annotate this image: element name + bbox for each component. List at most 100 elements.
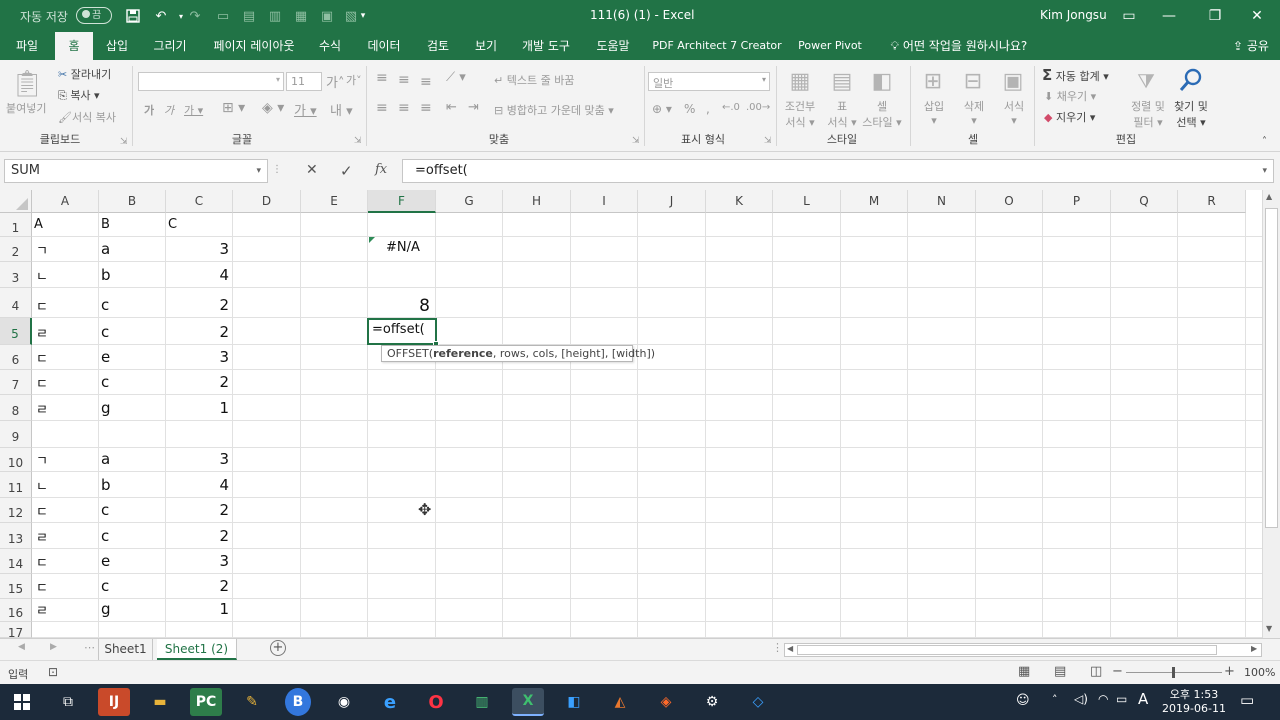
cell-a3[interactable]: ㄴ <box>36 266 48 285</box>
cell-b1[interactable]: B <box>101 217 110 232</box>
find-select-icon[interactable] <box>1176 64 1206 96</box>
delete-cells-icon[interactable]: ⊟ <box>958 66 988 96</box>
wrap-text-button[interactable]: ↵ 텍스트 줄 바꿈 <box>494 72 574 88</box>
app-fox-icon[interactable]: ◭ <box>604 688 636 716</box>
increase-decimal-icon[interactable]: ←.0 <box>722 102 740 113</box>
sort-filter-button[interactable]: 정렬 및 필터 ▾ <box>1128 98 1168 130</box>
merge-center-button[interactable]: ⊟ 병합하고 가운데 맞춤 ▾ <box>494 102 614 118</box>
scroll-down-icon[interactable]: ▼ <box>1266 624 1272 633</box>
formula-input[interactable]: =offset(▾ <box>402 159 1274 183</box>
volume-icon[interactable]: ◁) <box>1074 692 1088 706</box>
tab-page-layout[interactable]: 페이지 레이아웃 <box>206 32 302 60</box>
cut-button[interactable]: ✂ 잘라내기 <box>58 66 111 82</box>
phonetic-icon[interactable]: 내 ▾ <box>330 100 353 119</box>
cell-a7[interactable]: ㄷ <box>36 373 48 392</box>
column-header-k[interactable]: K <box>706 190 773 213</box>
increase-indent-icon[interactable]: ⇥ <box>468 100 479 115</box>
column-header-n[interactable]: N <box>908 190 976 213</box>
customize-qat-icon[interactable]: ▾ <box>352 6 374 26</box>
clear-button[interactable]: ◆ 지우기 ▾ <box>1044 109 1095 125</box>
row-header-13[interactable]: 13 <box>0 523 32 549</box>
horizontal-scroll-thumb[interactable] <box>797 645 1217 655</box>
copy-icon[interactable]: ▣ <box>316 6 338 26</box>
app-b-icon[interactable]: B <box>285 688 311 716</box>
align-center-icon[interactable]: ≡ <box>398 100 410 116</box>
cell-a2[interactable]: ㄱ <box>36 240 48 259</box>
save-icon[interactable] <box>122 6 144 26</box>
underline-icon[interactable]: 가 ▾ <box>184 102 203 118</box>
tooltip-fn[interactable]: OFFSET( <box>387 347 433 360</box>
tab-file[interactable]: 파일 <box>8 32 46 60</box>
row-header-4[interactable]: 4 <box>0 288 32 318</box>
cell-b15[interactable]: c <box>101 577 109 595</box>
preview-icon[interactable]: ▦ <box>290 6 312 26</box>
column-header-h[interactable]: H <box>503 190 571 213</box>
vertical-scrollbar[interactable]: ▲ ▼ <box>1262 190 1280 638</box>
app-sheets-icon[interactable]: ▥ <box>466 688 498 716</box>
column-header-l[interactable]: L <box>773 190 841 213</box>
column-header-r[interactable]: R <box>1178 190 1246 213</box>
paste-icon[interactable]: 📋︎ <box>10 66 44 102</box>
tab-formulas[interactable]: 수식 <box>312 32 348 60</box>
insert-cells-button[interactable]: 삽입 ▾ <box>920 98 948 127</box>
brave-icon[interactable]: ◈ <box>650 688 682 716</box>
decrease-decimal-icon[interactable]: .00→ <box>746 102 770 113</box>
scroll-right-icon[interactable]: ▶ <box>1251 644 1257 653</box>
paste-label[interactable]: 붙여넣기 <box>6 100 46 116</box>
cell-a13[interactable]: ㄹ <box>36 527 48 546</box>
percent-icon[interactable]: % <box>684 102 695 116</box>
cell-b4[interactable]: c <box>101 296 109 314</box>
format-cells-icon[interactable]: ▣ <box>998 66 1028 96</box>
italic-icon[interactable]: 가 <box>164 102 174 118</box>
next-sheet-icon[interactable]: ▶ <box>50 642 57 652</box>
tab-developer[interactable]: 개발 도구 <box>516 32 576 60</box>
number-launcher-icon[interactable]: ⇲ <box>764 136 772 146</box>
cell-a15[interactable]: ㄷ <box>36 577 48 596</box>
collapse-ribbon-icon[interactable]: ˄ <box>1262 136 1267 147</box>
shrink-font-icon[interactable]: 가˅ <box>346 72 362 88</box>
fill-color-icon[interactable]: ◈ ▾ <box>262 100 284 116</box>
cancel-icon[interactable]: ✕ <box>306 162 318 178</box>
align-top-icon[interactable]: ≡ <box>376 70 388 86</box>
share-button[interactable]: ⇪ 공유 <box>1226 32 1276 60</box>
app-blue-icon[interactable]: ◧ <box>558 688 590 716</box>
bold-icon[interactable]: 가 <box>144 102 154 118</box>
task-view-icon[interactable]: ⧉ <box>52 688 84 716</box>
sheet-tab-sheet1-2[interactable]: Sheet1 (2) <box>157 639 237 660</box>
vertical-scroll-thumb[interactable] <box>1265 208 1278 528</box>
cell-b3[interactable]: b <box>101 266 111 284</box>
edge-icon[interactable]: e <box>374 688 406 716</box>
row-header-17[interactable]: 17 <box>0 622 32 638</box>
windows-start-icon[interactable] <box>6 688 38 716</box>
tab-data[interactable]: 데이터 <box>362 32 406 60</box>
clock-time[interactable]: 오후 1:53 <box>1166 686 1222 702</box>
vscode-icon[interactable]: ◇ <box>742 688 774 716</box>
cell-a12[interactable]: ㄷ <box>36 501 48 520</box>
align-middle-icon[interactable]: ≡ <box>398 72 410 88</box>
delete-cells-button[interactable]: 삭제 ▾ <box>960 98 988 127</box>
cell-b8[interactable]: g <box>101 399 111 417</box>
cell-c6[interactable]: 3 <box>166 348 229 366</box>
new-sheet-icon[interactable]: + <box>270 640 286 656</box>
row-header-14[interactable]: 14 <box>0 549 32 574</box>
tab-home[interactable]: 홈 <box>55 32 93 60</box>
row-header-9[interactable]: 9 <box>0 421 32 448</box>
align-bottom-icon[interactable]: ≡ <box>420 74 432 90</box>
people-icon[interactable]: ☺ <box>1016 693 1030 708</box>
cell-a11[interactable]: ㄴ <box>36 476 48 495</box>
redo-icon[interactable]: ↷ <box>184 6 206 26</box>
row-header-1[interactable]: 1 <box>0 213 32 237</box>
borders-icon[interactable]: ⊞ ▾ <box>222 100 245 116</box>
format-cells-button[interactable]: 서식 ▾ <box>1000 98 1028 127</box>
cell-c11[interactable]: 4 <box>166 476 229 494</box>
cell-a8[interactable]: ㄹ <box>36 399 48 418</box>
network-icon[interactable]: ◠ <box>1098 692 1108 706</box>
obs-icon[interactable]: ◉ <box>328 688 360 716</box>
insert-function-icon[interactable]: fx <box>375 162 387 177</box>
cell-c15[interactable]: 2 <box>166 577 229 595</box>
font-color-icon[interactable]: 가 ▾ <box>294 100 317 119</box>
column-header-m[interactable]: M <box>841 190 908 213</box>
macro-record-icon[interactable]: ⊡ <box>48 665 58 679</box>
tell-me-box[interactable]: 💡︎ 어떤 작업을 원하시나요? <box>884 32 1034 60</box>
column-header-j[interactable]: J <box>638 190 706 213</box>
